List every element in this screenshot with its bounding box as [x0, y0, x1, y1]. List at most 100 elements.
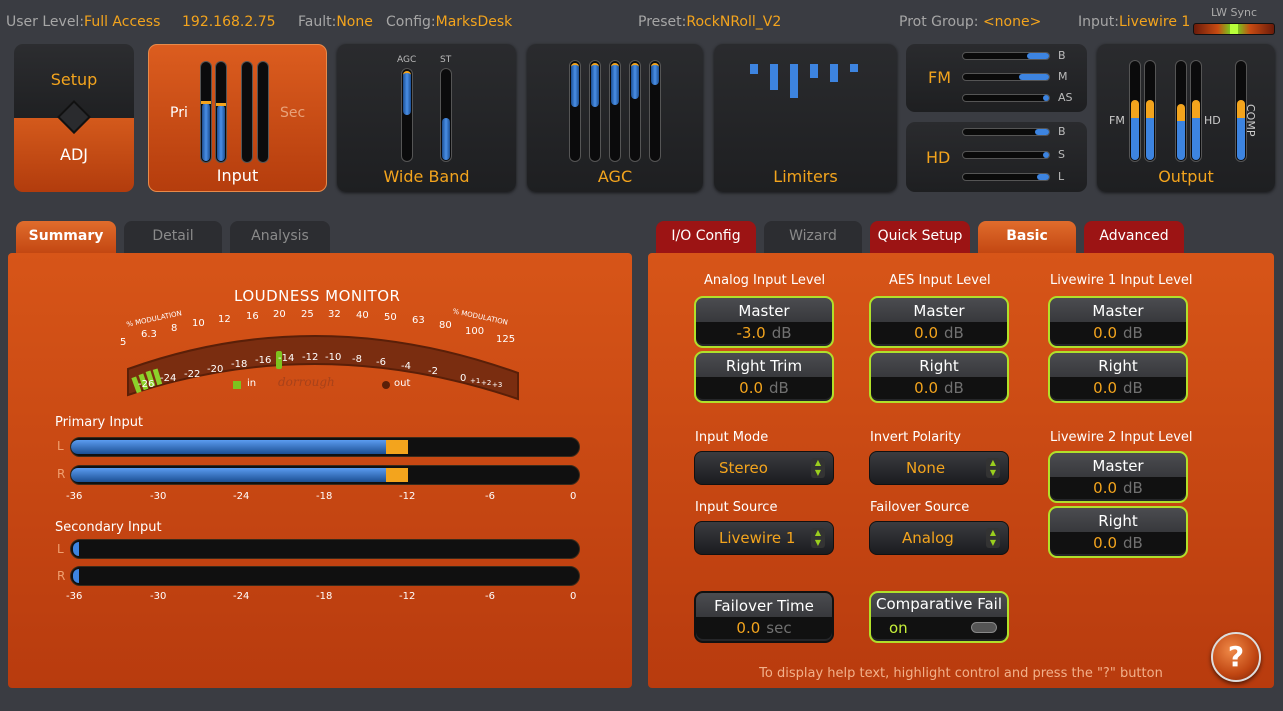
primary-scale-18: -18	[316, 491, 333, 502]
hd-module[interactable]: HD B S L	[906, 122, 1087, 192]
lw2-master-unit: dB	[1123, 479, 1143, 497]
st-meter-label: ST	[440, 55, 452, 65]
db-tick: -2	[428, 366, 438, 377]
invert-polarity-select[interactable]: None ▲ ▼	[869, 451, 1009, 485]
secondary-scale-18: -18	[316, 591, 333, 602]
analog-title: Analog Input Level	[704, 273, 826, 288]
secondary-r-meter	[70, 566, 580, 586]
limiters-module[interactable]: Limiters	[714, 44, 897, 192]
lw2-right-control[interactable]: Right 0.0 dB	[1048, 506, 1188, 558]
hd-s-bar	[962, 151, 1050, 159]
lw2-right-unit: dB	[1123, 534, 1143, 552]
agc-meter-label: AGC	[397, 55, 417, 65]
tab-advanced[interactable]: Advanced	[1084, 221, 1184, 253]
input-mode-select[interactable]: Stereo ▲ ▼	[694, 451, 834, 485]
invert-polarity-value: None	[906, 459, 946, 477]
toggle-switch[interactable]	[971, 622, 997, 633]
secondary-scale-12: -12	[399, 591, 416, 602]
tab-summary[interactable]: Summary	[16, 221, 116, 253]
setup-adj-module[interactable]: Setup ADJ	[14, 44, 134, 192]
lw2-master-control[interactable]: Master 0.0 dB	[1048, 451, 1188, 503]
lw1-right-control[interactable]: Right 0.0 dB	[1048, 351, 1188, 403]
preset-status[interactable]: Preset:RockNRoll_V2	[638, 14, 781, 30]
output-module[interactable]: FM HD COMP Output	[1097, 44, 1275, 192]
dorrough-logo: dorrough	[278, 375, 335, 389]
analog-right-trim-control[interactable]: Right Trim 0.0 dB	[694, 351, 834, 403]
lw-sync-led	[1230, 24, 1238, 34]
input-source-select[interactable]: Livewire 1 ▲ ▼	[694, 521, 834, 555]
lw1-master-control[interactable]: Master 0.0 dB	[1048, 296, 1188, 348]
mod-tick: 25	[301, 309, 314, 320]
tab-io-config[interactable]: I/O Config	[656, 221, 756, 253]
mod-tick: 10	[192, 318, 205, 329]
help-button[interactable]: ?	[1211, 632, 1261, 682]
failover-time-control[interactable]: Failover Time 0.0 sec	[694, 591, 834, 643]
failover-source-value: Analog	[902, 529, 954, 547]
primary-scale-12: -12	[399, 491, 416, 502]
db-tick: -16	[255, 355, 272, 366]
limiter-band-5	[830, 64, 838, 82]
lw1-master-label: Master	[1092, 302, 1144, 320]
secondary-scale-24: -24	[233, 591, 250, 602]
tab-quick-setup[interactable]: Quick Setup	[870, 221, 970, 253]
out-label: out	[394, 378, 411, 389]
input-mode-label: Input Mode	[695, 430, 769, 445]
input-module[interactable]: Pri Sec Input	[148, 44, 327, 192]
primary-l-label: L	[57, 439, 64, 453]
secondary-scale-36: -36	[66, 591, 83, 602]
input-source-label: Input Source	[695, 500, 778, 515]
out-fm-meter-1	[1129, 60, 1141, 162]
input-mode-value: Stereo	[719, 459, 768, 477]
failover-time-value: 0.0	[736, 619, 761, 637]
failover-time-unit: sec	[766, 619, 792, 637]
primary-r-fill	[71, 468, 386, 482]
analog-master-control[interactable]: Master -3.0 dB	[694, 296, 834, 348]
primary-scale-24: -24	[233, 491, 250, 502]
secondary-l-label: L	[57, 542, 64, 556]
input-module-label: Input	[216, 166, 259, 185]
lw1-master-unit: dB	[1123, 324, 1143, 342]
aes-right-label: Right	[919, 357, 959, 375]
failover-source-select[interactable]: Analog ▲ ▼	[869, 521, 1009, 555]
aes-master-label: Master	[913, 302, 965, 320]
prot-group: Prot Group: <none>	[899, 14, 1042, 30]
input-pri-meter-1	[200, 61, 212, 163]
primary-r-label: R	[57, 467, 66, 481]
db-tick: -22	[184, 369, 201, 380]
db-tick: -26	[138, 379, 155, 390]
primary-l-meter	[70, 437, 580, 457]
aes-right-control[interactable]: Right 0.0 dB	[869, 351, 1009, 403]
aes-master-unit: dB	[944, 324, 964, 342]
agc-module[interactable]: AGC	[527, 44, 703, 192]
db-tick: -10	[325, 352, 342, 363]
wideband-module[interactable]: AGC ST Wide Band	[337, 44, 516, 192]
limiter-band-6	[850, 64, 858, 72]
mod-tick: 12	[218, 314, 231, 325]
sec-label: Sec	[280, 105, 306, 121]
in-label: in	[247, 378, 257, 389]
updown-arrow-icon: ▲ ▼	[986, 528, 1000, 548]
comparative-fail-control[interactable]: Comparative Fail on	[869, 591, 1009, 643]
primary-r-peak	[385, 468, 408, 482]
limiters-label: Limiters	[773, 167, 838, 186]
tab-basic[interactable]: Basic	[978, 221, 1076, 253]
db-tick: +1	[470, 377, 481, 385]
tab-wizard[interactable]: Wizard	[764, 221, 862, 253]
db-tick: -20	[207, 364, 224, 375]
aes-title: AES Input Level	[889, 273, 991, 288]
comp-meter	[1235, 60, 1247, 162]
primary-scale-36: -36	[66, 491, 83, 502]
lw1-title: Livewire 1 Input Level	[1050, 273, 1193, 288]
primary-l-peak	[385, 440, 408, 454]
aes-master-control[interactable]: Master 0.0 dB	[869, 296, 1009, 348]
tab-detail[interactable]: Detail	[124, 221, 222, 253]
primary-l-fill	[71, 440, 386, 454]
secondary-scale-0: 0	[570, 591, 577, 602]
invert-polarity-label: Invert Polarity	[870, 430, 961, 445]
agc-band-2	[589, 60, 601, 162]
mod-tick: 16	[246, 311, 259, 322]
fm-module[interactable]: FM B M AS	[906, 44, 1087, 112]
tab-analysis[interactable]: Analysis	[230, 221, 330, 253]
primary-r-meter	[70, 465, 580, 485]
secondary-scale-30: -30	[150, 591, 167, 602]
